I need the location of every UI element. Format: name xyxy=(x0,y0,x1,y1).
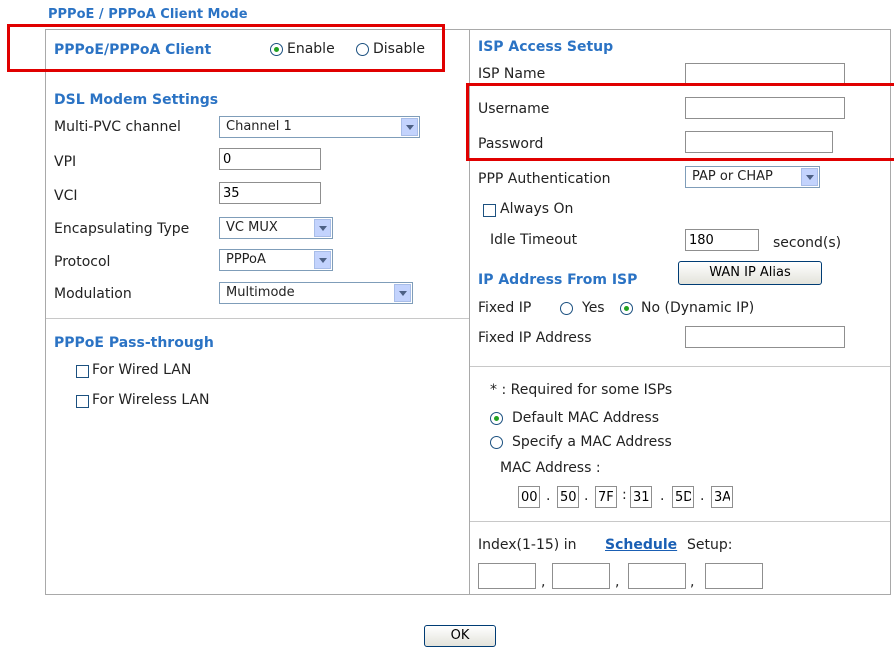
ip-heading: IP Address From ISP xyxy=(478,272,638,288)
fixed-ip-yes-label: Yes xyxy=(582,300,605,316)
fixed-ip-label: Fixed IP xyxy=(478,300,532,316)
always-on-label: Always On xyxy=(500,201,574,217)
fixed-ip-yes-radio[interactable] xyxy=(560,302,573,315)
highlight-credentials-box xyxy=(466,83,894,161)
mac-octet-4[interactable] xyxy=(630,486,652,508)
mac-sep-3: : xyxy=(622,487,627,503)
mac-address-label: MAC Address : xyxy=(500,460,601,476)
protocol-value: PPPoA xyxy=(226,252,266,267)
mac-sep-2: . xyxy=(584,488,589,504)
fixed-ip-no-label: No (Dynamic IP) xyxy=(641,300,755,316)
fixed-ip-address-label: Fixed IP Address xyxy=(478,330,592,346)
mac-sep-1: . xyxy=(546,488,551,504)
specify-mac-radio[interactable] xyxy=(490,436,503,449)
encap-label: Encapsulating Type xyxy=(54,221,190,237)
right-divider-1 xyxy=(470,366,890,367)
mac-octet-6[interactable] xyxy=(711,486,733,508)
isp-heading: ISP Access Setup xyxy=(478,39,614,55)
multi-pvc-label: Multi-PVC channel xyxy=(54,119,181,135)
fixed-ip-no-radio[interactable] xyxy=(620,302,633,315)
specify-mac-label: Specify a MAC Address xyxy=(512,434,672,450)
chevron-down-icon xyxy=(394,284,411,302)
wan-ip-alias-button[interactable]: WAN IP Alias xyxy=(678,261,822,285)
left-divider xyxy=(46,318,469,319)
idle-timeout-unit: second(s) xyxy=(773,235,842,251)
fixed-ip-address-input[interactable] xyxy=(685,326,845,348)
protocol-label: Protocol xyxy=(54,254,111,270)
vci-input[interactable] xyxy=(219,182,321,204)
mac-octet-5[interactable] xyxy=(672,486,694,508)
multi-pvc-select[interactable]: Channel 1 xyxy=(219,116,420,138)
mac-octet-1[interactable] xyxy=(518,486,540,508)
chevron-down-icon xyxy=(314,251,331,269)
schedule-comma-2: , xyxy=(615,574,620,590)
right-divider-2 xyxy=(470,521,890,522)
schedule-index-4[interactable] xyxy=(705,563,763,589)
wired-lan-checkbox[interactable] xyxy=(76,365,89,378)
dsl-heading: DSL Modem Settings xyxy=(54,92,219,108)
passthrough-heading: PPPoE Pass-through xyxy=(54,335,214,351)
schedule-comma-3: , xyxy=(690,574,695,590)
encap-select[interactable]: VC MUX xyxy=(219,217,333,239)
idle-timeout-label: Idle Timeout xyxy=(490,232,578,248)
isp-name-input[interactable] xyxy=(685,63,845,85)
schedule-prefix: Index(1-15) in xyxy=(478,537,577,553)
idle-timeout-input[interactable] xyxy=(685,229,759,251)
wireless-lan-checkbox[interactable] xyxy=(76,395,89,408)
schedule-index-3[interactable] xyxy=(628,563,686,589)
encap-value: VC MUX xyxy=(226,220,278,235)
modulation-value: Multimode xyxy=(226,285,295,300)
ppp-auth-select[interactable]: PAP or CHAP xyxy=(685,166,820,188)
mac-sep-5: . xyxy=(700,488,705,504)
default-mac-label: Default MAC Address xyxy=(512,410,659,426)
mac-sep-4: . xyxy=(660,488,665,504)
schedule-index-1[interactable] xyxy=(478,563,536,589)
vci-label: VCI xyxy=(54,188,78,204)
highlight-client-box xyxy=(7,24,445,72)
multi-pvc-value: Channel 1 xyxy=(226,119,292,134)
mac-note: * : Required for some ISPs xyxy=(490,382,673,398)
mac-octet-2[interactable] xyxy=(557,486,579,508)
isp-name-label: ISP Name xyxy=(478,66,546,82)
wireless-lan-label: For Wireless LAN xyxy=(92,392,210,408)
protocol-select[interactable]: PPPoA xyxy=(219,249,333,271)
schedule-suffix: Setup: xyxy=(687,537,733,553)
always-on-checkbox[interactable] xyxy=(483,204,496,217)
chevron-down-icon xyxy=(314,219,331,237)
chevron-down-icon xyxy=(801,168,818,186)
schedule-link[interactable]: Schedule xyxy=(605,537,677,553)
ok-button[interactable]: OK xyxy=(424,625,496,647)
vpi-input[interactable] xyxy=(219,148,321,170)
schedule-index-2[interactable] xyxy=(552,563,610,589)
vpi-label: VPI xyxy=(54,154,77,170)
schedule-comma-1: , xyxy=(541,574,546,590)
chevron-down-icon xyxy=(401,118,418,136)
ppp-auth-value: PAP or CHAP xyxy=(692,169,773,184)
modulation-label: Modulation xyxy=(54,286,132,302)
modulation-select[interactable]: Multimode xyxy=(219,282,413,304)
ppp-auth-label: PPP Authentication xyxy=(478,171,611,187)
page-title: PPPoE / PPPoA Client Mode xyxy=(48,7,248,22)
default-mac-radio[interactable] xyxy=(490,412,503,425)
wired-lan-label: For Wired LAN xyxy=(92,362,192,378)
mac-octet-3[interactable] xyxy=(595,486,617,508)
